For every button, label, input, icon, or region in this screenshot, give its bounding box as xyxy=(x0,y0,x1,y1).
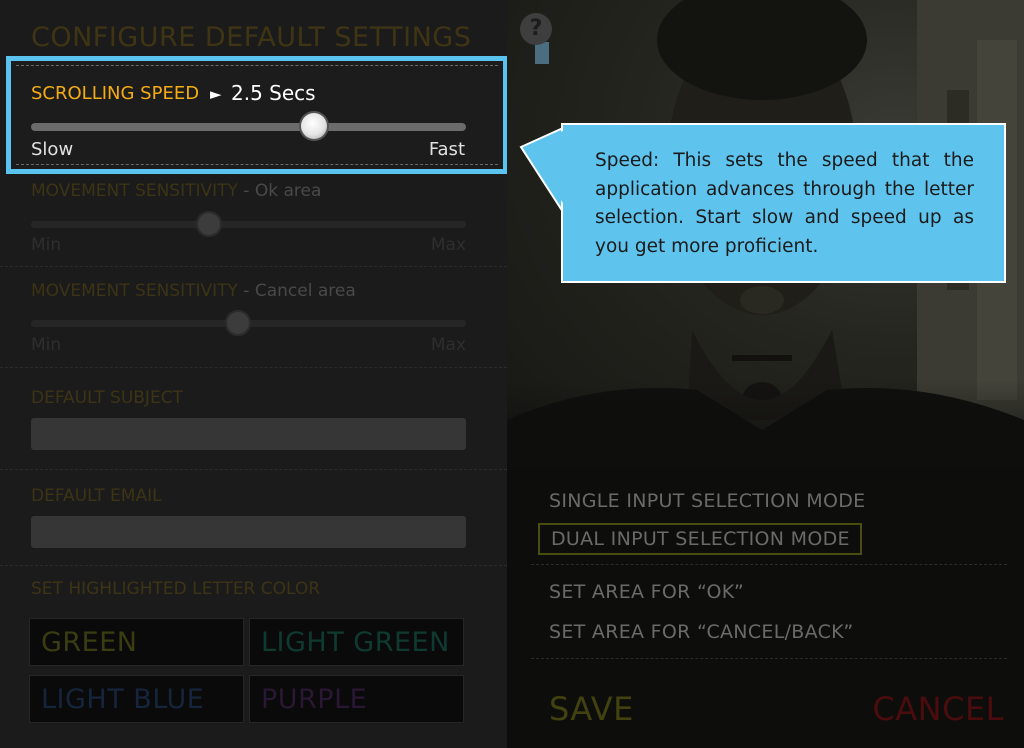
ok-sensitivity-slider[interactable] xyxy=(31,211,466,237)
camera-fade xyxy=(507,380,1024,470)
divider xyxy=(531,564,1007,565)
camera-panel: ? SINGLE INPUT SELECTION MODE DUAL INPUT… xyxy=(507,0,1024,748)
ok-sensitivity-min: Min xyxy=(31,235,62,255)
default-subject-input[interactable] xyxy=(31,418,466,450)
ok-sensitivity-knob[interactable] xyxy=(196,211,223,237)
cancel-sensitivity-slider[interactable] xyxy=(31,310,466,336)
cancel-sensitivity-knob[interactable] xyxy=(224,310,251,336)
divider xyxy=(531,658,1007,659)
ok-sensitivity-label: MOVEMENT SENSITIVITY - Ok area xyxy=(31,181,321,201)
callout-text: Speed: This sets the speed that the appl… xyxy=(595,150,974,257)
save-button[interactable]: SAVE xyxy=(549,690,634,728)
ok-sensitivity-title: MOVEMENT SENSITIVITY xyxy=(31,181,238,201)
color-green-button[interactable]: GREEN xyxy=(29,618,244,666)
scrolling-speed-min: Slow xyxy=(31,139,74,160)
set-ok-area-button[interactable]: SET AREA FOR “OK” xyxy=(549,581,744,603)
divider xyxy=(0,565,507,566)
divider xyxy=(0,469,507,470)
divider xyxy=(16,65,498,66)
default-subject-label: DEFAULT SUBJECT xyxy=(31,388,183,408)
play-arrow-icon: ► xyxy=(210,85,222,103)
scrolling-speed-value: 2.5 Secs xyxy=(231,81,316,105)
speed-help-callout: Speed: This sets the speed that the appl… xyxy=(561,123,1006,283)
page-title: CONFIGURE DEFAULT SETTINGS xyxy=(31,22,472,53)
highlight-color-label: SET HIGHLIGHTED LETTER COLOR xyxy=(31,579,321,599)
cancel-sensitivity-subtitle: - Cancel area xyxy=(237,281,356,301)
color-purple-button[interactable]: PURPLE xyxy=(249,675,464,723)
ok-sensitivity-subtitle: - Ok area xyxy=(237,181,322,201)
cancel-button[interactable]: CANCEL xyxy=(872,690,1004,728)
divider xyxy=(0,266,507,267)
cancel-sensitivity-label: MOVEMENT SENSITIVITY - Cancel area xyxy=(31,281,356,301)
cancel-sensitivity-max: Max xyxy=(430,335,466,355)
help-icon[interactable]: ? xyxy=(520,13,552,45)
divider xyxy=(0,367,507,368)
dual-input-mode-option[interactable]: DUAL INPUT SELECTION MODE xyxy=(538,523,862,555)
scrolling-speed-slider[interactable] xyxy=(31,123,466,131)
scrolling-speed-label: SCROLLING SPEED xyxy=(31,83,200,104)
scrolling-speed-knob[interactable] xyxy=(300,113,327,139)
set-cancel-area-button[interactable]: SET AREA FOR “CANCEL/BACK” xyxy=(549,621,853,643)
cancel-sensitivity-title: MOVEMENT SENSITIVITY xyxy=(31,281,238,301)
default-email-label: DEFAULT EMAIL xyxy=(31,486,162,506)
ok-sensitivity-max: Max xyxy=(430,235,466,255)
default-email-input[interactable] xyxy=(31,516,466,548)
color-light-blue-button[interactable]: LIGHT BLUE xyxy=(29,675,244,723)
single-input-mode-option[interactable]: SINGLE INPUT SELECTION MODE xyxy=(549,490,865,512)
color-light-green-button[interactable]: LIGHT GREEN xyxy=(249,618,464,666)
cancel-sensitivity-min: Min xyxy=(31,335,62,355)
scrolling-speed-highlight: SCROLLING SPEED ► 2.5 Secs Slow Fast xyxy=(6,56,508,174)
scrolling-speed-max: Fast xyxy=(428,139,465,160)
divider xyxy=(16,164,498,165)
